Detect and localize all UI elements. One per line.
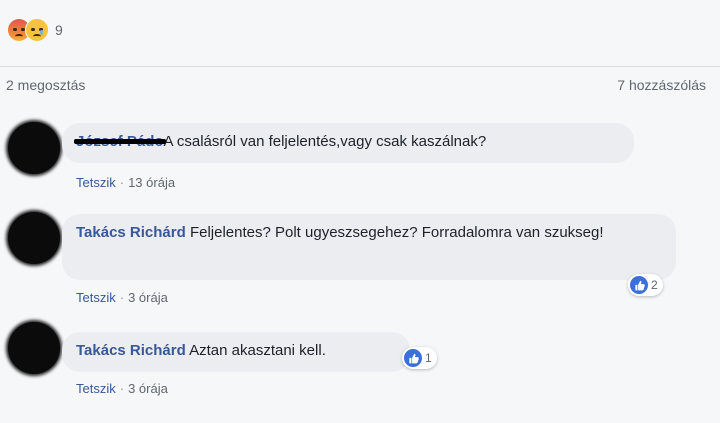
comment-author-redacted[interactable]: József Pádo [74, 131, 166, 153]
comment-text: A csalásról van feljelentés,vagy csak ka… [163, 133, 487, 150]
like-count: 1 [425, 351, 432, 365]
comment-bubble: József PádoA csalásról van feljelentés,v… [62, 123, 634, 163]
comment-text: Aztan akasztani kell. [189, 342, 326, 359]
like-link[interactable]: Tetszik [76, 381, 116, 396]
separator-dot: · [119, 381, 125, 396]
avatar[interactable] [8, 212, 60, 264]
like-icon [630, 276, 648, 294]
comment-time[interactable]: 3 órája [128, 381, 168, 396]
sad-reaction-icon [25, 18, 49, 42]
like-count: 2 [651, 278, 658, 292]
reaction-count: 9 [55, 22, 63, 38]
comment-author[interactable]: Takács Richárd [76, 342, 186, 359]
avatar[interactable] [8, 322, 60, 374]
comment-actions: Tetszik · 13 órája [76, 175, 175, 190]
divider [0, 66, 720, 67]
comment-actions: Tetszik · 3 órája [76, 381, 168, 396]
shares-count-link[interactable]: 2 megosztás [6, 77, 85, 93]
avatar[interactable] [8, 122, 60, 174]
comments-count-link[interactable]: 7 hozzászólás [617, 77, 706, 93]
comment-bubble: Takács Richárd Aztan akasztani kell. [62, 332, 410, 372]
like-icon [404, 349, 422, 367]
separator-dot: · [119, 290, 125, 305]
like-link[interactable]: Tetszik [76, 175, 116, 190]
like-link[interactable]: Tetszik [76, 290, 116, 305]
comment-like-badge[interactable]: 1 [402, 347, 437, 369]
comment-bubble: Takács Richárd Feljelentes? Polt ugyeszs… [62, 214, 676, 280]
comment-time[interactable]: 3 órája [128, 290, 168, 305]
separator-dot: · [119, 175, 125, 190]
reactions-summary[interactable]: 9 [8, 18, 63, 42]
comment-text: Feljelentes? Polt ugyeszsegehez? Forrada… [189, 224, 604, 241]
comment-time[interactable]: 13 órája [128, 175, 175, 190]
comment-author[interactable]: Takács Richárd [76, 224, 186, 241]
comment-actions: Tetszik · 3 órája [76, 290, 168, 305]
comment-like-badge[interactable]: 2 [628, 274, 663, 296]
